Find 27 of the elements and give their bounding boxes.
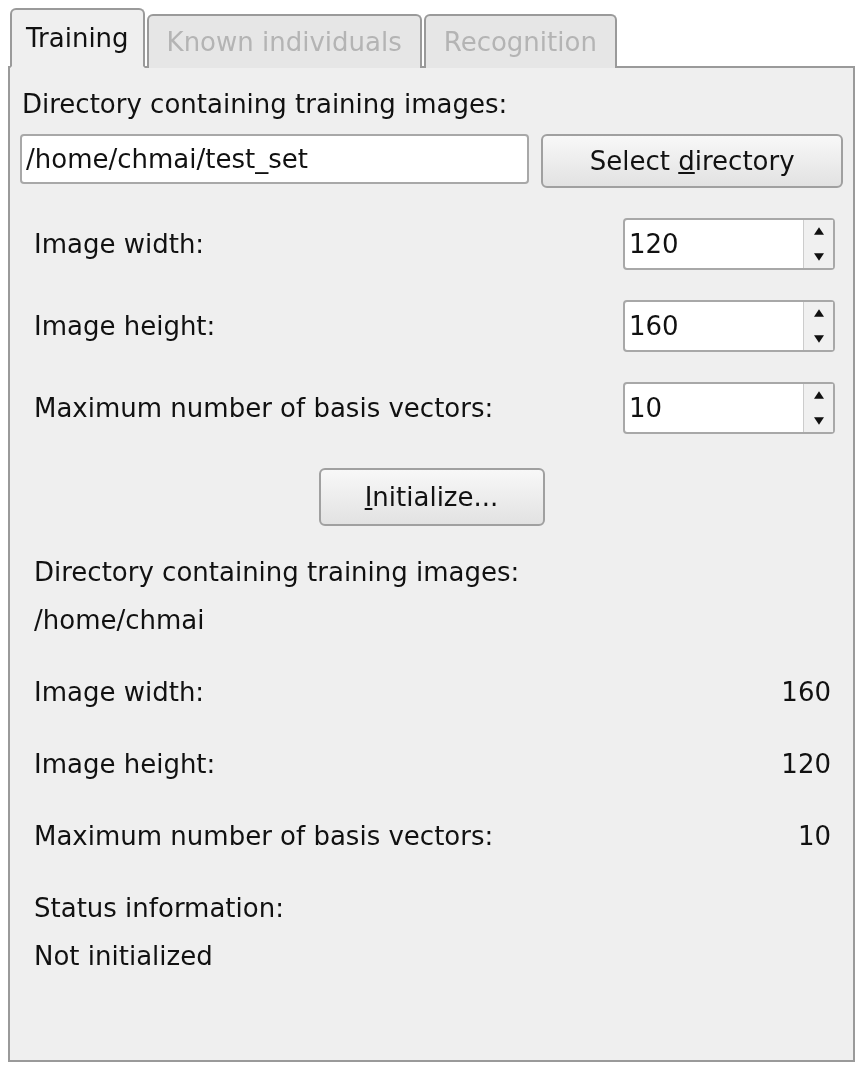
info-value: 160 xyxy=(781,676,831,708)
up-arrow-icon[interactable] xyxy=(811,390,826,400)
tab[interactable]: Training xyxy=(10,8,145,68)
down-arrow-icon[interactable] xyxy=(811,334,826,344)
info-value: /home/chmai xyxy=(33,604,206,636)
spin-box[interactable]: 10 xyxy=(623,382,835,434)
setting-label: Maximum number of basis vectors: xyxy=(34,393,494,423)
status-label: Status information: xyxy=(33,892,285,924)
info-value: 10 xyxy=(797,820,831,852)
directory-field[interactable]: /home/chmai/test_set xyxy=(20,134,530,184)
status-value: Not initialized xyxy=(33,940,214,972)
info-label: Image height: xyxy=(34,748,216,780)
up-arrow-icon[interactable] xyxy=(811,308,826,318)
down-arrow-icon[interactable] xyxy=(811,252,826,262)
spin-box[interactable]: 160 xyxy=(623,300,835,352)
spin-box[interactable]: 120 xyxy=(623,218,835,270)
setting-label: Image height: xyxy=(34,311,216,341)
setting-label: Image width: xyxy=(34,229,205,259)
info-value: 120 xyxy=(781,748,831,780)
info-label: Maximum number of basis vectors: xyxy=(34,820,494,852)
directory-label: Directory containing training images: xyxy=(21,88,509,120)
select-directory-button[interactable]: Select directory xyxy=(541,134,843,188)
up-arrow-icon[interactable] xyxy=(811,226,826,236)
down-arrow-icon[interactable] xyxy=(811,416,826,426)
initialize-button[interactable]: Initialize... xyxy=(318,468,545,526)
info-label: Directory containing training images: xyxy=(33,556,521,588)
info-label: Image width: xyxy=(34,676,205,708)
